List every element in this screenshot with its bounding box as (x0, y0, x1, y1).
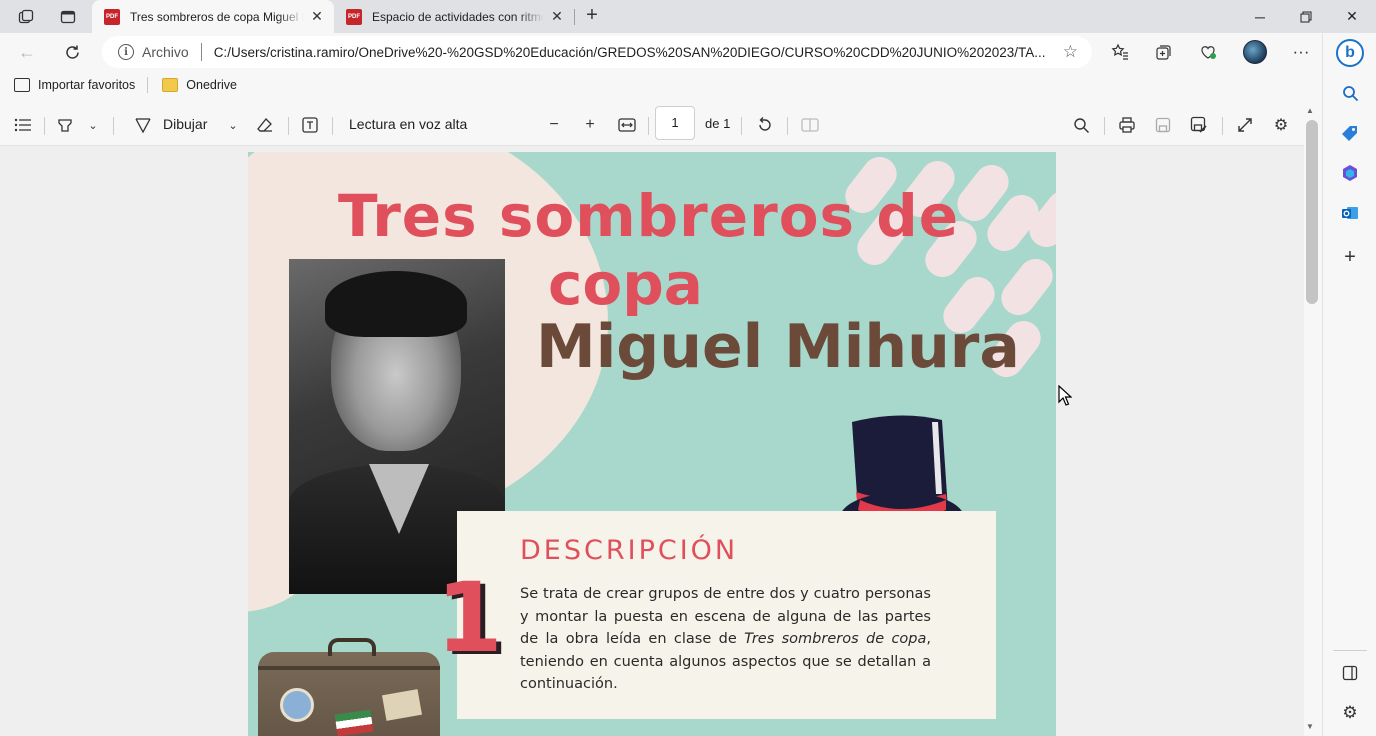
page-number-input[interactable]: 1 (655, 106, 695, 140)
pdf-icon: PDF (346, 8, 362, 25)
toolbar-separator (44, 117, 45, 135)
draw-label[interactable]: Dibujar (163, 116, 207, 132)
fullscreen-icon[interactable] (1234, 113, 1256, 137)
document-title: Tres sombreros de (338, 182, 960, 250)
new-tab-button[interactable]: + (579, 3, 605, 29)
highlight-icon[interactable] (54, 113, 76, 137)
close-tab-icon[interactable]: ✕ (548, 8, 566, 25)
browser-essentials-icon[interactable] (1192, 38, 1224, 66)
workspaces-icon[interactable] (12, 4, 40, 30)
description-box: DESCRIPCIÓN Se trata de crear grupos de … (457, 511, 996, 719)
toolbar-separator (288, 117, 289, 135)
outlook-icon[interactable] (1335, 199, 1365, 227)
print-icon[interactable] (1116, 113, 1138, 137)
scheme-label: Archivo (142, 44, 189, 60)
save-icon[interactable] (1152, 113, 1174, 137)
contents-icon[interactable] (12, 113, 34, 137)
eraser-icon[interactable] (254, 113, 276, 137)
scrollbar-thumb[interactable] (1306, 120, 1318, 304)
sidebar-separator (1333, 650, 1367, 651)
document-author: Miguel Mihura (536, 312, 1020, 382)
pdf-page: Tres sombreros de copa Miguel Mihura DES… (248, 152, 1056, 736)
draw-icon[interactable] (132, 113, 154, 137)
highlight-dropdown-icon[interactable]: ⌄ (84, 113, 102, 137)
sidebar-search-icon[interactable] (1335, 79, 1365, 107)
tab-strip: PDF Tres sombreros de copa Miguel Mihura… (0, 0, 1376, 33)
toolbar-separator (648, 117, 649, 135)
favorite-label: Importar favoritos (38, 78, 136, 92)
pdf-icon: PDF (104, 8, 120, 25)
site-info-icon[interactable]: i (118, 44, 134, 60)
close-window-button[interactable]: ✕ (1329, 0, 1375, 33)
microsoft-365-icon[interactable] (1335, 159, 1365, 187)
favorite-star-icon[interactable]: ☆ (1063, 42, 1078, 62)
draw-dropdown-icon[interactable]: ⌄ (224, 113, 242, 137)
refresh-button[interactable] (57, 38, 87, 66)
tab-title: Tres sombreros de copa Miguel Mihura (130, 9, 304, 24)
zoom-in-icon[interactable]: + (579, 113, 601, 137)
toolbar-separator (787, 117, 788, 135)
page-view-icon[interactable] (799, 113, 821, 137)
scroll-down-arrow[interactable]: ▼ (1306, 722, 1314, 731)
favorites-icon[interactable] (1104, 38, 1136, 66)
toolbar-separator (741, 117, 742, 135)
favorite-importar[interactable]: Importar favoritos (14, 78, 135, 92)
minimize-button[interactable]: ─ (1237, 0, 1283, 33)
toolbar-separator (1222, 117, 1223, 135)
favorite-onedrive[interactable]: Onedrive (162, 78, 237, 92)
save-as-icon[interactable] (1188, 113, 1210, 137)
address-separator (200, 43, 202, 61)
profile-avatar[interactable] (1243, 40, 1267, 64)
pdf-viewer: Tres sombreros de copa Miguel Mihura DES… (0, 146, 1304, 736)
page-total: de 1 (705, 116, 731, 131)
tab-espacio-actividades[interactable]: PDF Espacio de actividades con ritmo ✕ (334, 0, 574, 33)
close-tab-icon[interactable]: ✕ (308, 8, 326, 25)
rotate-icon[interactable] (754, 113, 776, 137)
section-number: 1 (436, 562, 503, 674)
more-options-icon[interactable]: ··· (1285, 38, 1317, 66)
scroll-up-arrow[interactable]: ▲ (1306, 106, 1314, 115)
sidebar-settings-icon[interactable]: ⚙ (1335, 699, 1365, 727)
toolbar-separator (1104, 117, 1105, 135)
search-icon[interactable] (1070, 113, 1092, 137)
read-aloud-button[interactable]: Lectura en voz alta (349, 116, 467, 132)
back-button[interactable]: ← (12, 38, 42, 66)
toolbar-separator (113, 117, 114, 135)
add-sidebar-app-icon[interactable]: + (1335, 243, 1365, 271)
restore-button[interactable] (1283, 0, 1329, 33)
zoom-out-icon[interactable]: − (543, 113, 565, 137)
address-bar[interactable]: i Archivo C:/Users/cristina.ramiro/OneDr… (102, 36, 1092, 68)
shopping-icon[interactable] (1335, 119, 1365, 147)
browser-toolbar: ← i Archivo C:/Users/cristina.ramiro/One… (0, 33, 1322, 71)
url-text[interactable]: C:/Users/cristina.ramiro/OneDrive%20-%20… (214, 45, 1048, 60)
vertical-tabs-icon[interactable] (54, 4, 82, 30)
hide-sidebar-icon[interactable] (1335, 659, 1365, 687)
edge-sidebar: b + ⚙ (1322, 33, 1376, 736)
document-title-line2: copa (548, 250, 703, 318)
mouse-cursor-icon (1058, 385, 1072, 406)
import-icon (14, 78, 30, 92)
section-heading: DESCRIPCIÓN (520, 535, 739, 566)
copilot-icon[interactable]: b (1336, 39, 1364, 67)
fit-to-width-icon[interactable] (615, 113, 639, 137)
tab-separator (574, 9, 575, 25)
favorite-label: Onedrive (186, 78, 237, 92)
toolbar-separator (332, 117, 333, 135)
folder-icon (162, 78, 179, 92)
tab-title: Espacio de actividades con ritmo (372, 9, 544, 24)
collections-icon[interactable] (1148, 38, 1180, 66)
section-description: Se trata de crear grupos de entre dos y … (520, 586, 932, 692)
suitcase-illustration (258, 638, 440, 736)
tab-tres-sombreros[interactable]: PDF Tres sombreros de copa Miguel Mihura… (92, 0, 334, 33)
text-box-icon[interactable] (299, 113, 321, 137)
favorites-separator (147, 77, 149, 93)
favorites-bar: Importar favoritos Onedrive (0, 71, 1322, 99)
settings-icon[interactable]: ⚙ (1270, 113, 1292, 137)
